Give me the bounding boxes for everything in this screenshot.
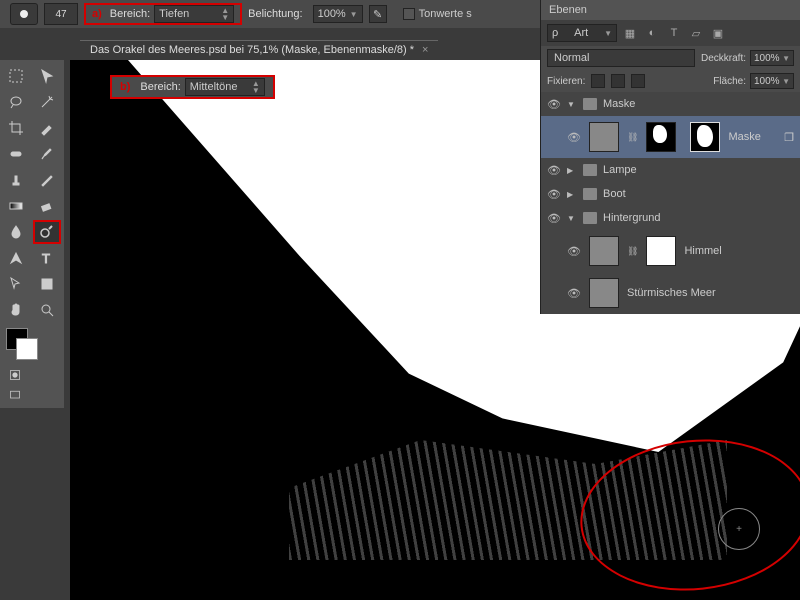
visibility-icon[interactable]: 👁 — [547, 211, 561, 225]
layer-meer[interactable]: 👁 Stürmisches Meer — [541, 272, 800, 314]
annotation-b-label: b) — [120, 81, 130, 93]
quickmask-icon[interactable] — [8, 368, 22, 382]
layer-filter-bar: ρArt▼ ▦ ◐ T ▱ ▣ — [541, 20, 800, 46]
brush-cursor-icon — [718, 508, 760, 550]
range-dropdown-a[interactable]: Tiefen▲▼ — [154, 5, 234, 23]
document-tab-bar: Das Orakel des Meeres.psd bei 75,1% (Mas… — [80, 38, 438, 60]
stamp-tool-icon[interactable] — [2, 168, 30, 192]
marquee-tool-icon[interactable] — [2, 64, 30, 88]
filter-type-icon[interactable]: T — [665, 24, 683, 42]
eraser-tool-icon[interactable] — [33, 194, 61, 218]
brush-tool-icon[interactable] — [33, 142, 61, 166]
filter-adjust-icon[interactable]: ◐ — [643, 24, 661, 42]
visibility-icon[interactable]: 👁 — [567, 130, 581, 144]
layer-thumb[interactable] — [589, 236, 619, 266]
zoom-tool-icon[interactable] — [33, 298, 61, 322]
wand-tool-icon[interactable] — [33, 90, 61, 114]
pen-tool-icon[interactable] — [2, 246, 30, 270]
checkbox-icon — [403, 8, 415, 20]
lock-pixels-icon[interactable] — [591, 74, 605, 88]
layer-group-boot[interactable]: 👁 ▶ Boot — [541, 182, 800, 206]
mask-thumb[interactable] — [646, 122, 676, 152]
filter-shape-icon[interactable]: ▱ — [687, 24, 705, 42]
toolbox: T — [0, 60, 64, 408]
layers-panel: Ebenen ρArt▼ ▦ ◐ T ▱ ▣ Normal Deckkraft:… — [540, 0, 800, 314]
brush-size-box[interactable]: 47 — [44, 3, 78, 25]
disclosure-icon[interactable]: ▶ — [567, 190, 577, 199]
link-icon: ⛓ — [627, 246, 638, 257]
color-swatches[interactable] — [2, 328, 62, 364]
lock-row: Fixieren: Fläche: 100%▼ — [541, 70, 800, 92]
layer-thumb[interactable] — [589, 122, 619, 152]
folder-icon — [583, 188, 597, 200]
lasso-tool-icon[interactable] — [2, 90, 30, 114]
disclosure-icon[interactable]: ▼ — [567, 100, 577, 109]
disclosure-icon[interactable]: ▼ — [567, 214, 577, 223]
svg-text:T: T — [42, 251, 50, 266]
panel-tab-layers[interactable]: Ebenen — [541, 0, 800, 20]
gradient-tool-icon[interactable] — [2, 194, 30, 218]
layer-group-maske[interactable]: 👁 ▼ Maske — [541, 92, 800, 116]
crop-tool-icon[interactable] — [2, 116, 30, 140]
close-icon[interactable]: × — [422, 44, 428, 56]
screenmode-row — [2, 386, 62, 404]
visibility-icon[interactable]: 👁 — [547, 97, 561, 111]
mask-thumb[interactable] — [646, 236, 676, 266]
lock-position-icon[interactable] — [611, 74, 625, 88]
folder-icon — [583, 98, 597, 110]
dodge-tool-icon[interactable] — [33, 220, 61, 244]
annotation-b: b) Bereich: Mitteltöne▲▼ — [110, 75, 275, 99]
shape-tool-icon[interactable] — [33, 272, 61, 296]
eyedropper-tool-icon[interactable] — [33, 116, 61, 140]
visibility-icon[interactable]: 👁 — [567, 244, 581, 258]
screenmode-icon[interactable] — [8, 388, 22, 402]
type-tool-icon[interactable]: T — [33, 246, 61, 270]
range-dropdown-b[interactable]: Mitteltöne▲▼ — [185, 78, 265, 96]
range-label: Bereich: — [110, 8, 150, 20]
opacity-field[interactable]: Deckkraft: 100%▼ — [701, 50, 794, 66]
visibility-icon[interactable]: 👁 — [547, 163, 561, 177]
exposure-input[interactable]: 100%▼ — [313, 5, 363, 23]
layer-thumb[interactable] — [589, 278, 619, 308]
copy-icon[interactable]: ❐ — [784, 131, 794, 144]
move-tool-icon[interactable] — [33, 64, 61, 88]
lock-all-icon[interactable] — [631, 74, 645, 88]
annotation-a: a) Bereich: Tiefen▲▼ — [84, 3, 242, 25]
quickmask-row — [2, 366, 62, 384]
visibility-icon[interactable]: 👁 — [567, 286, 581, 300]
range-label-b: Bereich: — [140, 81, 180, 93]
layer-maske[interactable]: 👁 ⛓ Maske ❐ — [541, 116, 800, 158]
folder-icon — [583, 212, 597, 224]
link-icon: ⛓ — [627, 132, 638, 143]
exposure-label: Belichtung: — [248, 8, 302, 20]
layer-group-hintergrund[interactable]: 👁 ▼ Hintergrund — [541, 206, 800, 230]
history-brush-icon[interactable] — [33, 168, 61, 192]
mask-large-thumb[interactable] — [690, 122, 720, 152]
folder-icon — [583, 164, 597, 176]
annotation-a-label: a) — [92, 8, 102, 20]
heal-tool-icon[interactable] — [2, 142, 30, 166]
background-swatch[interactable] — [16, 338, 38, 360]
filter-pixel-icon[interactable]: ▦ — [621, 24, 639, 42]
disclosure-icon[interactable]: ▶ — [567, 166, 577, 175]
blend-row: Normal Deckkraft: 100%▼ — [541, 46, 800, 70]
filter-smart-icon[interactable]: ▣ — [709, 24, 727, 42]
blur-tool-icon[interactable] — [2, 220, 30, 244]
tonwerte-check[interactable]: Tonwerte s — [403, 8, 472, 20]
layers-list: 👁 ▼ Maske 👁 ⛓ Maske ❐ 👁 ▶ Lampe 👁 ▶ Boot — [541, 92, 800, 314]
visibility-icon[interactable]: 👁 — [547, 187, 561, 201]
path-select-icon[interactable] — [2, 272, 30, 296]
filter-kind-dropdown[interactable]: ρArt▼ — [547, 24, 617, 42]
airbrush-icon[interactable]: ✎ — [369, 5, 387, 23]
hand-tool-icon[interactable] — [2, 298, 30, 322]
brush-preview-icon[interactable] — [10, 3, 38, 25]
blend-mode-dropdown[interactable]: Normal — [547, 49, 695, 67]
document-tab[interactable]: Das Orakel des Meeres.psd bei 75,1% (Mas… — [80, 40, 438, 59]
fill-field[interactable]: Fläche: 100%▼ — [713, 73, 794, 89]
layer-group-lampe[interactable]: 👁 ▶ Lampe — [541, 158, 800, 182]
layer-himmel[interactable]: 👁 ⛓ Himmel — [541, 230, 800, 272]
